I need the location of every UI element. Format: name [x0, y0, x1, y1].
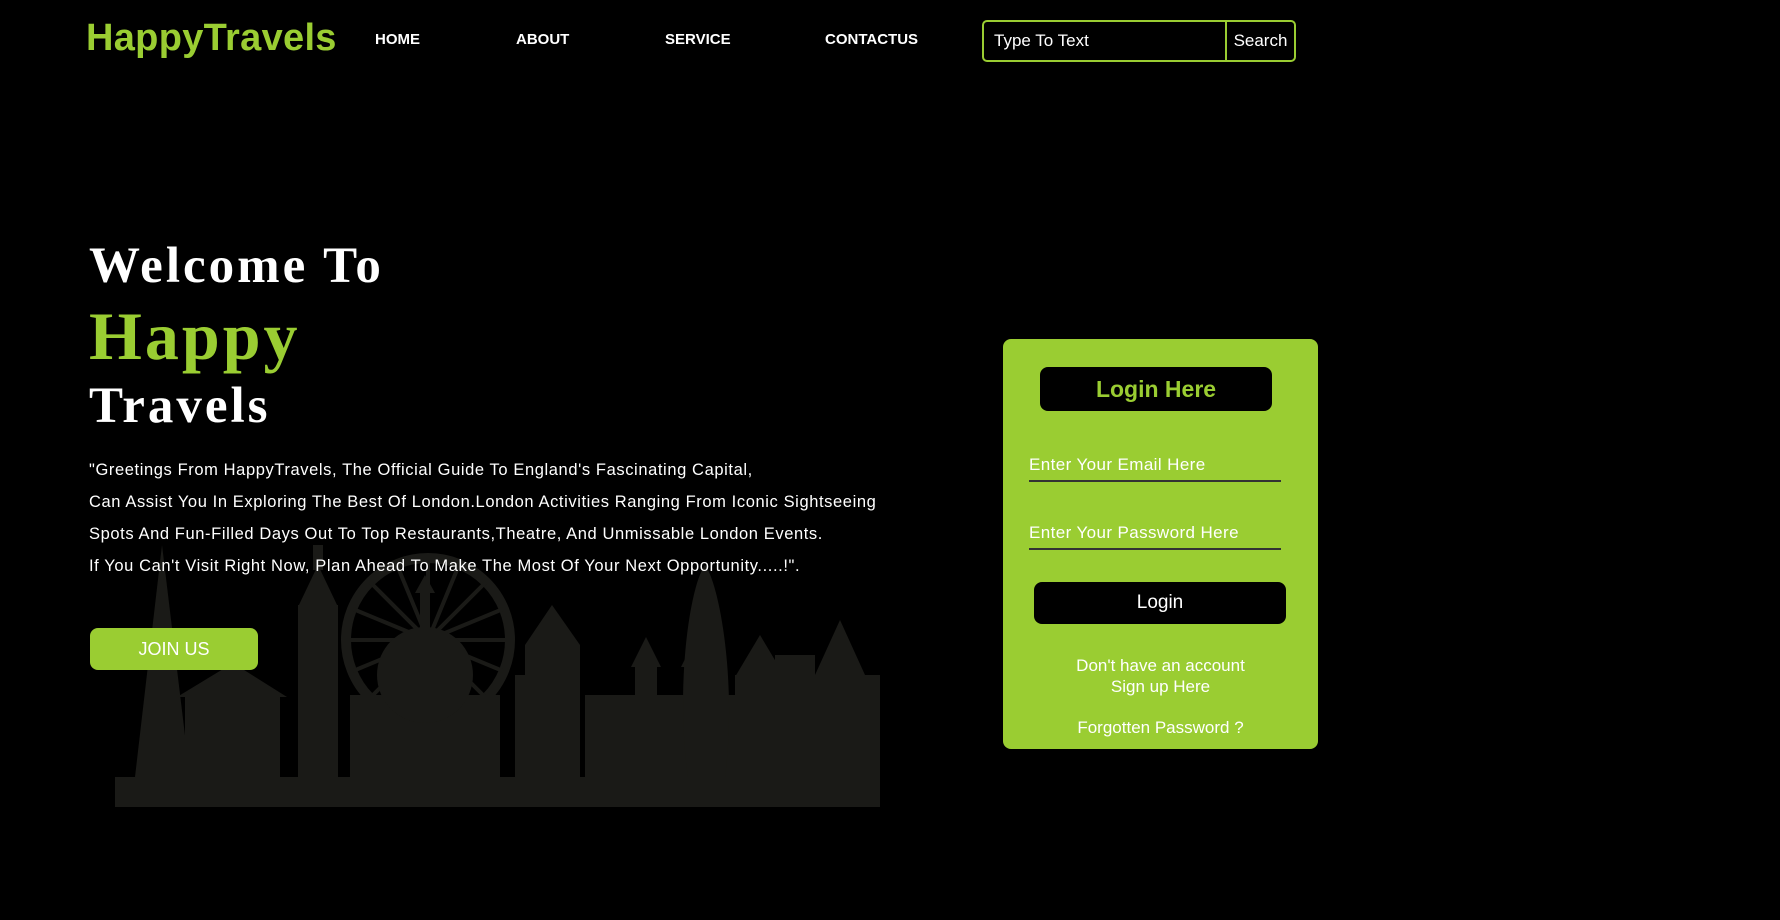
- login-card: Login Here Login Don't have an account S…: [1003, 339, 1318, 749]
- hero-title-happy: Happy: [89, 298, 301, 374]
- nav-home[interactable]: HOME: [375, 31, 420, 48]
- hero-title-welcome: Welcome To: [89, 238, 384, 294]
- forgot-password-link[interactable]: Forgotten Password ?: [1003, 717, 1318, 738]
- nav-about[interactable]: ABOUT: [516, 31, 569, 48]
- hero-paragraph-line: Spots And Fun-Filled Days Out To Top Res…: [89, 525, 823, 543]
- search-button[interactable]: Search: [1225, 22, 1294, 60]
- password-field[interactable]: [1029, 518, 1281, 550]
- nav-service[interactable]: SERVICE: [665, 31, 731, 48]
- site-logo[interactable]: HappyTravels: [86, 17, 337, 60]
- search-input[interactable]: [984, 22, 1225, 60]
- page: HappyTravels HOME ABOUT SERVICE CONTACTU…: [0, 0, 1780, 920]
- nav-contactus[interactable]: CONTACTUS: [825, 31, 918, 48]
- hero-paragraph-line: "Greetings From HappyTravels, The Offici…: [89, 461, 753, 479]
- hero-paragraph-line: If You Can't Visit Right Now, Plan Ahead…: [89, 557, 801, 575]
- hero-paragraph: "Greetings From HappyTravels, The Offici…: [89, 454, 969, 582]
- join-us-button[interactable]: JOIN US: [90, 628, 258, 670]
- signup-prompt: Don't have an account: [1076, 656, 1245, 675]
- search-box: Search: [982, 20, 1296, 62]
- hero-paragraph-line: Can Assist You In Exploring The Best Of …: [89, 493, 877, 511]
- signup-link[interactable]: Sign up Here: [1003, 676, 1318, 697]
- london-skyline-icon: [115, 545, 880, 807]
- login-button[interactable]: Login: [1034, 582, 1286, 624]
- login-title: Login Here: [1040, 367, 1272, 411]
- email-field[interactable]: [1029, 450, 1281, 482]
- hero-title-travels: Travels: [89, 378, 271, 434]
